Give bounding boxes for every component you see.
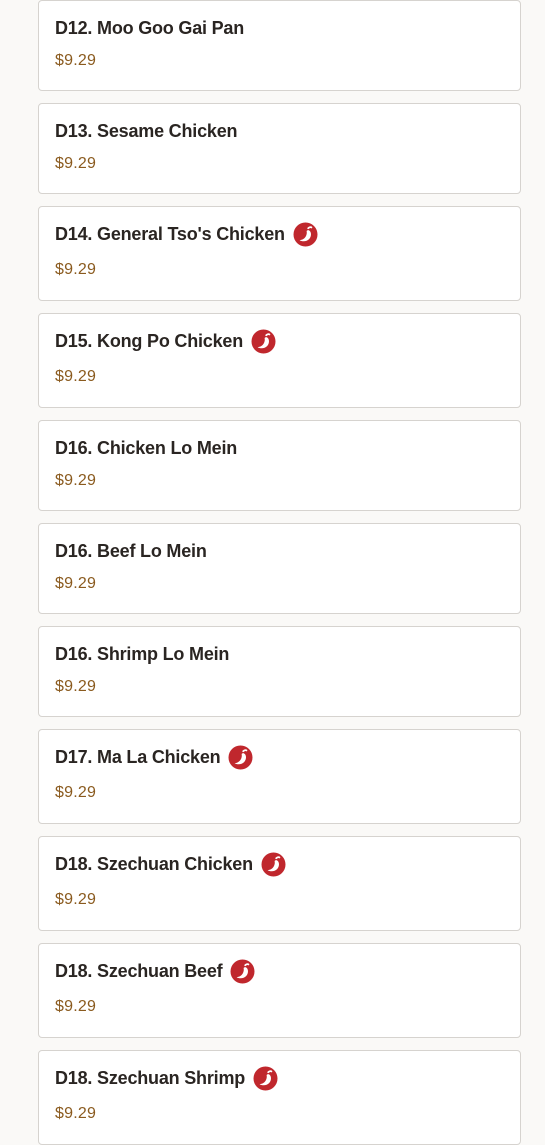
menu-item-card[interactable]: D16. Shrimp Lo Mein $9.29 [38,626,521,717]
spicy-pepper-icon [228,745,253,770]
menu-item-title-row: D18. Szechuan Beef [55,958,255,984]
menu-item-price: $9.29 [55,784,97,801]
spicy-pepper-icon [230,959,255,984]
menu-item-price: $9.29 [55,891,97,908]
menu-item-title-row: D14. General Tso's Chicken [55,221,318,247]
menu-item-card[interactable]: D14. General Tso's Chicken $9.29 [38,206,521,301]
menu-item-price: $9.29 [55,472,97,489]
menu-item-card[interactable]: D15. Kong Po Chicken $9.29 [38,313,521,408]
menu-item-name: D16. Chicken Lo Mein [55,437,238,458]
menu-item-card[interactable]: D18. Szechuan Chicken $9.29 [38,836,521,931]
menu-item-card[interactable]: D18. Szechuan Shrimp $9.29 [38,1050,521,1145]
menu-item-card[interactable]: D18. Szechuan Beef $9.29 [38,943,521,1038]
menu-item-name: D15. Kong Po Chicken [55,330,244,351]
menu-item-title-row: D16. Chicken Lo Mein [55,435,237,461]
menu-item-price: $9.29 [55,368,97,385]
menu-item-card[interactable]: D16. Beef Lo Mein $9.29 [38,523,521,614]
menu-item-name: D18. Szechuan Chicken [55,853,253,874]
menu-item-price: $9.29 [55,1105,97,1122]
menu-item-name: D17. Ma La Chicken [55,746,221,767]
menu-item-name: D12. Moo Goo Gai Pan [55,17,245,38]
menu-item-card[interactable]: D16. Chicken Lo Mein $9.29 [38,420,521,511]
menu-item-name: D13. Sesame Chicken [55,120,238,141]
menu-item-title-row: D17. Ma La Chicken [55,744,253,770]
menu-item-title-row: D16. Beef Lo Mein [55,538,207,564]
menu-item-price: $9.29 [55,52,97,69]
menu-item-name: D16. Beef Lo Mein [55,540,207,561]
spicy-pepper-icon [293,222,318,247]
menu-item-name: D16. Shrimp Lo Mein [55,643,230,664]
menu-item-card[interactable]: D12. Moo Goo Gai Pan $9.29 [38,0,521,91]
menu-item-card[interactable]: D17. Ma La Chicken $9.29 [38,729,521,824]
menu-item-name: D18. Szechuan Shrimp [55,1067,246,1088]
spicy-pepper-icon [253,1066,278,1091]
menu-item-price: $9.29 [55,261,97,278]
menu-item-title-row: D12. Moo Goo Gai Pan [55,15,244,41]
menu-item-name: D18. Szechuan Beef [55,960,223,981]
menu-item-price: $9.29 [55,155,97,172]
menu-item-price: $9.29 [55,575,97,592]
menu-item-name: D14. General Tso's Chicken [55,223,285,244]
menu-item-card[interactable]: D13. Sesame Chicken $9.29 [38,103,521,194]
menu-item-title-row: D18. Szechuan Chicken [55,851,286,877]
menu-item-title-row: D18. Szechuan Shrimp [55,1065,278,1091]
spicy-pepper-icon [261,852,286,877]
menu-item-title-row: D15. Kong Po Chicken [55,328,276,354]
menu-item-title-row: D13. Sesame Chicken [55,118,238,144]
menu-item-title-row: D16. Shrimp Lo Mein [55,641,229,667]
menu-item-price: $9.29 [55,998,97,1015]
menu-item-price: $9.29 [55,678,97,695]
spicy-pepper-icon [251,329,276,354]
